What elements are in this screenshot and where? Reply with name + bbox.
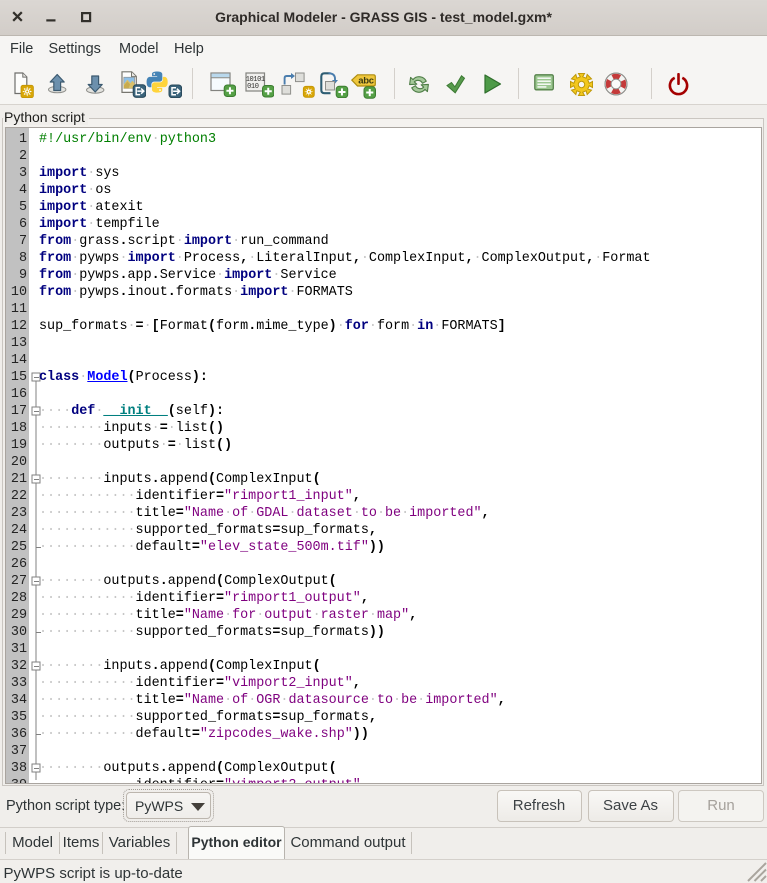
- svg-text:010: 010: [247, 83, 259, 91]
- svg-text:abc: abc: [358, 75, 373, 86]
